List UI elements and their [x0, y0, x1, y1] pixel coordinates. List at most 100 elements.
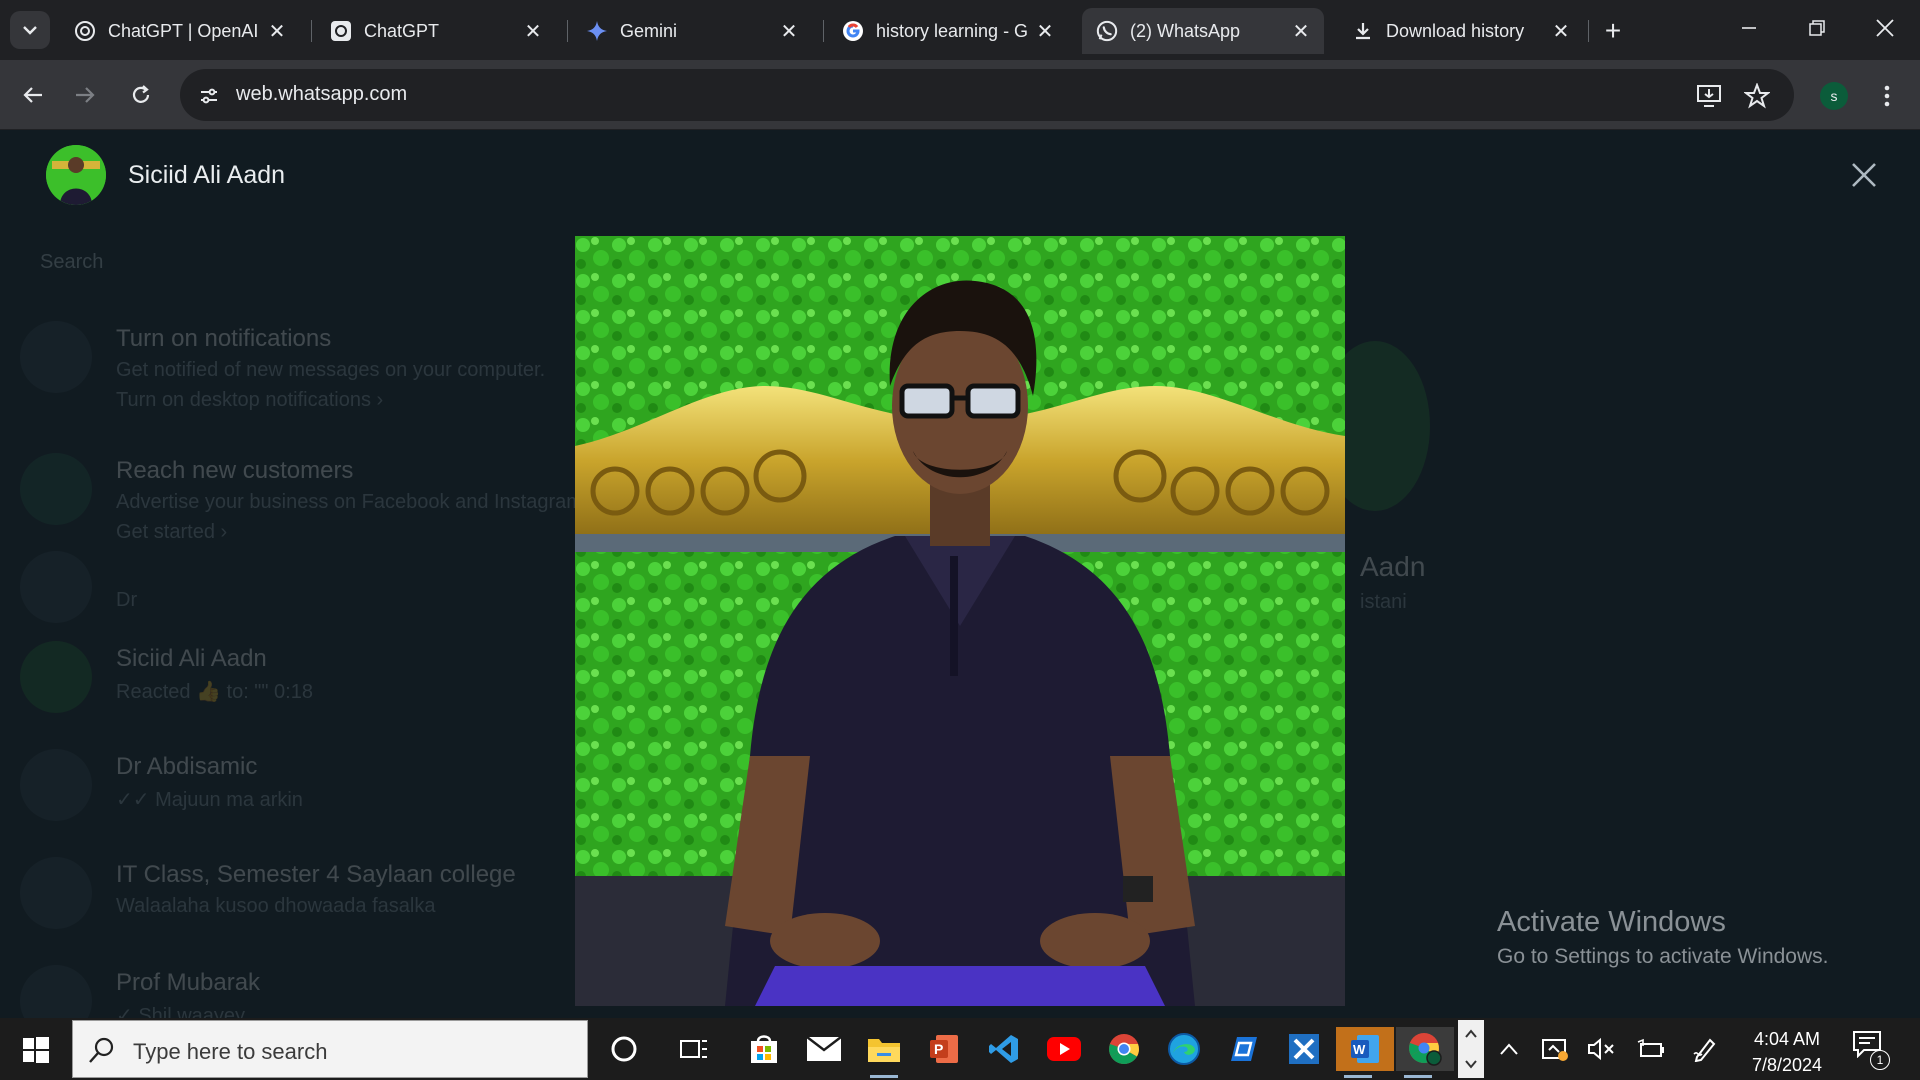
windows-logo-icon: [23, 1037, 49, 1063]
tab-separator: [311, 20, 312, 42]
notification-count-badge: 1: [1870, 1050, 1890, 1070]
tab-gemini[interactable]: Gemini ✕: [572, 8, 812, 54]
tab-separator: [823, 20, 824, 42]
avatar[interactable]: [46, 145, 106, 205]
dev-tool-icon[interactable]: [1282, 1027, 1326, 1071]
microsoft-store-icon[interactable]: [742, 1027, 786, 1071]
youtube-icon[interactable]: [1042, 1027, 1086, 1071]
forward-button[interactable]: [66, 76, 104, 114]
chevron-up-icon[interactable]: [1492, 1032, 1526, 1066]
svg-text:P: P: [934, 1041, 943, 1057]
avatar: [20, 749, 92, 821]
list-item-subtitle: Dr: [116, 589, 138, 611]
battery-icon[interactable]: [1634, 1032, 1668, 1066]
pen-icon[interactable]: [1688, 1032, 1722, 1066]
openai-icon: [330, 20, 352, 42]
tab-separator: [1588, 20, 1589, 42]
list-item: Dr: [20, 551, 580, 631]
avatar: [20, 965, 92, 1018]
tab-chatgpt-openai[interactable]: ChatGPT | OpenAI ✕: [60, 8, 300, 54]
chevron-down-icon: [23, 26, 37, 35]
chrome-profile-icon[interactable]: [1396, 1027, 1454, 1078]
site-info-icon[interactable]: [194, 81, 224, 111]
svg-text:W: W: [1353, 1042, 1366, 1057]
search-icon: [89, 1037, 114, 1063]
background-contact-name: Aadn istani: [1360, 551, 1426, 613]
address-bar[interactable]: web.whatsapp.com: [180, 69, 1794, 121]
security-center-icon[interactable]: [1538, 1032, 1572, 1066]
restore-icon: [1809, 20, 1825, 36]
back-button[interactable]: [14, 76, 52, 114]
profile-photo: [575, 236, 1345, 1006]
watermark-subtitle: Go to Settings to activate Windows.: [1497, 945, 1829, 968]
profile-avatar[interactable]: s: [1820, 82, 1848, 110]
close-icon: [1876, 19, 1894, 37]
mail-icon[interactable]: [802, 1027, 846, 1071]
tab-title: ChatGPT | OpenAI: [108, 20, 259, 41]
tab-separator: [567, 20, 568, 42]
list-item-title: Prof Mubarak: [116, 969, 261, 996]
file-explorer-icon[interactable]: [862, 1027, 906, 1078]
restore-button[interactable]: [1792, 8, 1842, 48]
list-item-title: Siciid Ali Aadn: [116, 645, 267, 672]
vscode-icon[interactable]: [982, 1027, 1026, 1071]
taskbar-search-box[interactable]: Type here to search: [72, 1020, 588, 1078]
whatsapp-icon: [1096, 20, 1118, 42]
list-item-subtitle: ✓✓ Majuun ma arkin: [116, 789, 303, 811]
list-item-title: IT Class, Semester 4 Saylaan college: [116, 861, 516, 888]
avatar: [20, 641, 92, 713]
tab-title: Gemini: [620, 20, 678, 41]
new-tab-button[interactable]: +: [1596, 14, 1630, 48]
list-item-title: Dr Abdisamic: [116, 753, 258, 780]
cortana-icon[interactable]: [602, 1027, 646, 1071]
close-icon[interactable]: ✕: [264, 18, 290, 44]
list-item: Siciid Ali Aadn Reacted 👍 to: "" 0:18: [20, 641, 580, 721]
close-window-button[interactable]: [1860, 8, 1910, 48]
tab-download-history[interactable]: Download history ✕: [1338, 8, 1584, 54]
close-icon[interactable]: ✕: [1288, 18, 1314, 44]
task-view-icon[interactable]: [672, 1027, 716, 1071]
contact-name[interactable]: Siciid Ali Aadn: [128, 161, 285, 190]
avatar: [20, 857, 92, 929]
tab-whatsapp[interactable]: (2) WhatsApp ✕: [1082, 8, 1324, 54]
list-item-subtitle: Advertise your business on Facebook and …: [116, 491, 589, 513]
bookmark-star-icon[interactable]: [1742, 81, 1772, 111]
reload-button[interactable]: [122, 76, 160, 114]
list-item: IT Class, Semester 4 Saylaan college Wal…: [20, 857, 580, 937]
close-viewer-button[interactable]: [1844, 155, 1884, 195]
clock-time: 4:04 AM: [1753, 1029, 1821, 1049]
list-item-subtitle: Reacted 👍 to: "" 0:18: [116, 681, 313, 703]
taskbar-scroll-control[interactable]: [1458, 1020, 1484, 1078]
install-app-icon[interactable]: [1694, 81, 1724, 111]
powerpoint-icon[interactable]: P: [922, 1027, 966, 1071]
taskbar-search-placeholder: Type here to search: [133, 1039, 328, 1064]
megaphone-icon: [20, 453, 92, 525]
close-icon[interactable]: ✕: [520, 18, 546, 44]
volume-muted-icon[interactable]: [1584, 1032, 1618, 1066]
taskbar-clock[interactable]: 4:04 AM 7/8/2024: [1740, 1026, 1834, 1078]
search-input: Search: [40, 251, 104, 273]
start-button[interactable]: [12, 1030, 60, 1070]
windows-taskbar: Type here to search P W 4:04 AM 7/8/2024…: [0, 1018, 1920, 1080]
tab-history-learning[interactable]: history learning - G ✕: [828, 8, 1068, 54]
tab-search-button[interactable]: [10, 11, 50, 49]
edge-icon[interactable]: [1162, 1027, 1206, 1071]
avatar: [20, 551, 92, 623]
packet-tracer-icon[interactable]: [1222, 1027, 1266, 1071]
tab-chatgpt[interactable]: ChatGPT ✕: [316, 8, 556, 54]
browser-menu-button[interactable]: [1872, 78, 1902, 114]
word-icon[interactable]: W: [1336, 1027, 1394, 1078]
close-icon[interactable]: ✕: [776, 18, 802, 44]
action-center-button[interactable]: 1: [1852, 1030, 1892, 1070]
close-icon[interactable]: ✕: [1032, 18, 1058, 44]
list-item-title: Turn on notifications: [116, 325, 332, 352]
bell-icon: [20, 321, 92, 393]
tab-title: Download history: [1386, 20, 1525, 41]
minimize-button[interactable]: [1724, 8, 1774, 48]
list-item-title: Reach new customers: [116, 457, 354, 484]
chrome-icon[interactable]: [1102, 1027, 1146, 1071]
openai-icon: [74, 20, 96, 42]
list-item: Prof Mubarak ✓ Shil waayey: [20, 965, 580, 1018]
close-icon[interactable]: ✕: [1548, 18, 1574, 44]
tab-title: history learning - G: [876, 20, 1029, 41]
